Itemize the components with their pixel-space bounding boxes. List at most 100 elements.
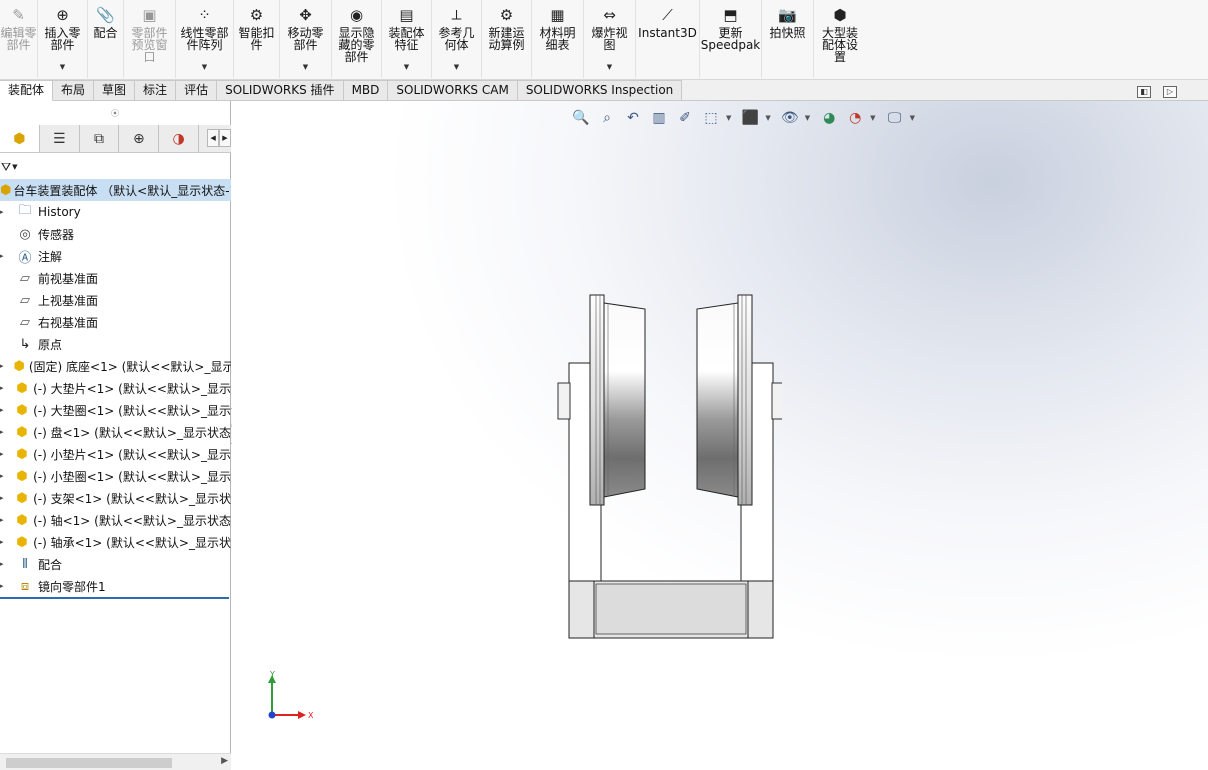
chevron-down-icon[interactable]: ▼: [805, 114, 810, 122]
dimxpert-tab-icon[interactable]: ⊕: [119, 125, 160, 152]
tree-item[interactable]: ▸ ⧈ 镜向零部件1: [0, 575, 231, 597]
scroll-right-icon[interactable]: ▶: [221, 756, 228, 766]
expand-arrow-icon[interactable]: ▸: [0, 538, 5, 546]
expand-panel-icon[interactable]: ▷: [1163, 86, 1177, 98]
tree-item[interactable]: ▸ ⬢ (-) 大垫圈<1> (默认<<默认>_显示: [0, 399, 231, 421]
expand-arrow-icon[interactable]: ▸: [0, 450, 5, 458]
display-style-icon[interactable]: ⬛: [739, 108, 761, 128]
tree-rollback-bar[interactable]: [0, 597, 229, 599]
chevron-down-icon[interactable]: ▼: [202, 63, 207, 71]
reference-geometry-button[interactable]: ⟂ 参考几 何体 ▼: [432, 0, 482, 78]
motion-study-label: 新建运 动算例: [488, 27, 524, 51]
tab-8[interactable]: SOLIDWORKS Inspection: [517, 80, 683, 101]
insert-component-button[interactable]: ⊕ 插入零 部件 ▼: [38, 0, 88, 78]
tree-item[interactable]: ▱ 上视基准面: [0, 289, 231, 311]
ribbon-label-line: 部件: [6, 38, 31, 52]
expand-arrow-icon[interactable]: ▸: [0, 428, 5, 436]
tree-item[interactable]: ▸ 🗀 History: [0, 201, 231, 223]
dynamic-annotation-icon[interactable]: ✐: [674, 108, 696, 128]
tab-scroll-left-icon[interactable]: ◀: [207, 129, 220, 147]
tree-item[interactable]: ▸ ⬢ (-) 盘<1> (默认<<默认>_显示状态: [0, 421, 231, 443]
chevron-down-icon[interactable]: ▼: [404, 63, 409, 71]
tree-item[interactable]: ▱ 右视基准面: [0, 311, 231, 333]
tab-scroll-right-icon[interactable]: ▶: [219, 129, 231, 147]
show-hidden-components-button[interactable]: ◉ 显示隐 藏的零 部件: [332, 0, 382, 78]
tree-item[interactable]: ▸ ⬢ (-) 轴<1> (默认<<默认>_显示状态: [0, 509, 231, 531]
zoom-to-fit-icon[interactable]: 🔍: [570, 108, 592, 128]
panel-grip-icon[interactable]: ⦿: [0, 101, 230, 125]
view-orientation-icon[interactable]: ⬚: [700, 108, 722, 128]
apply-scene-icon[interactable]: ◔: [844, 108, 866, 128]
chevron-down-icon[interactable]: ▼: [607, 63, 612, 71]
tab-3[interactable]: 标注: [135, 80, 177, 101]
large-assembly-settings-button[interactable]: ⬢ 大型装 配体设置: [814, 0, 866, 78]
tab-2[interactable]: 草图: [94, 80, 136, 101]
move-component-button[interactable]: ✥ 移动零 部件 ▼: [280, 0, 332, 78]
expand-arrow-icon[interactable]: ▸: [0, 560, 6, 568]
assembly-feature-button[interactable]: ▤ 装配体 特征 ▼: [382, 0, 432, 78]
snapshot-button[interactable]: 📷 拍快照: [762, 0, 814, 78]
graphics-area[interactable]: 🔍 ⌕ ↶ ▥ ✐ ⬚ ▼ ⬛ ▼ 👁 ▼ ◕ ◔ ▼ 🖵 ▼ Y X: [232, 101, 1208, 770]
tree-item[interactable]: ▸ ⬢ (固定) 底座<1> (默认<<默认>_显示: [0, 355, 231, 377]
expand-arrow-icon[interactable]: ▸: [0, 406, 5, 414]
tab-5[interactable]: SOLIDWORKS 插件: [217, 80, 344, 101]
instant3d-button[interactable]: ⟋ Instant3D: [636, 0, 700, 78]
previous-view-icon[interactable]: ↶: [622, 108, 644, 128]
expand-arrow-icon[interactable]: ▸: [0, 208, 6, 216]
view-settings-icon[interactable]: 🖵: [884, 108, 906, 128]
chevron-down-icon[interactable]: ▼: [765, 114, 770, 122]
expand-arrow-icon[interactable]: ▸: [0, 516, 5, 524]
mate-button[interactable]: 📎 配合: [88, 0, 124, 78]
expand-arrow-icon[interactable]: ▸: [0, 472, 5, 480]
tree-item[interactable]: ▸ ⬢ (-) 支架<1> (默认<<默认>_显示状: [0, 487, 231, 509]
expand-arrow-icon[interactable]: ▸: [0, 384, 5, 392]
expand-arrow-icon[interactable]: ▸: [0, 252, 6, 260]
display-manager-tab-icon[interactable]: ◑: [159, 125, 200, 152]
horizontal-scrollbar[interactable]: ▶: [0, 753, 231, 770]
exploded-view-button[interactable]: ⇔ 爆炸视图 ▼: [584, 0, 636, 78]
tree-item[interactable]: ▸ ⬢ (-) 轴承<1> (默认<<默认>_显示状: [0, 531, 231, 553]
new-motion-study-button[interactable]: ⚙ 新建运 动算例: [482, 0, 532, 78]
section-view-icon[interactable]: ▥: [648, 108, 670, 128]
update-speedpak-button[interactable]: ⬒ 更新 Speedpak: [700, 0, 762, 78]
expand-arrow-icon[interactable]: ▸: [0, 362, 4, 370]
tab-7[interactable]: SOLIDWORKS CAM: [388, 80, 518, 101]
chevron-down-icon[interactable]: ▼: [303, 63, 308, 71]
expand-arrow-icon[interactable]: ▸: [0, 494, 5, 502]
bill-of-materials-button[interactable]: ▦ 材料明 细表: [532, 0, 584, 78]
chevron-down-icon[interactable]: ▼: [454, 63, 459, 71]
trolley-assembly-model[interactable]: [552, 291, 782, 641]
edit-appearance-icon[interactable]: ◕: [818, 108, 840, 128]
zoom-to-area-icon[interactable]: ⌕: [596, 108, 618, 128]
restore-panel-icon[interactable]: ◧: [1137, 86, 1151, 98]
part-icon: ⬢: [16, 512, 28, 528]
tree-item[interactable]: ▸ ⦀ 配合: [0, 553, 231, 575]
expand-arrow-icon[interactable]: ▸: [0, 582, 6, 590]
linear-pattern-button[interactable]: ⁘ 线性零部 件阵列 ▼: [176, 0, 234, 78]
edit-component-button[interactable]: ✎ 编辑零 部件: [0, 0, 38, 78]
tab-1[interactable]: 布局: [53, 80, 95, 101]
tree-item[interactable]: ▸ ⬢ (-) 小垫片<1> (默认<<默认>_显示: [0, 443, 231, 465]
property-manager-tab-icon[interactable]: ☰: [40, 125, 80, 152]
preview-window-button[interactable]: ▣ 零部件 预览窗口: [124, 0, 176, 78]
chevron-down-icon[interactable]: ▼: [60, 63, 65, 71]
tree-item[interactable]: ▸ ⬢ (-) 大垫片<1> (默认<<默认>_显示: [0, 377, 231, 399]
configuration-manager-tab-icon[interactable]: ⧉: [80, 125, 120, 152]
tree-filter[interactable]: ⛛ ▼: [0, 156, 231, 178]
tree-root-assembly[interactable]: ⬢ 台车装置装配体 （默认<默认_显示状态-1: [0, 179, 231, 201]
tree-item[interactable]: ▸ Ⓐ 注解: [0, 245, 231, 267]
hide-show-items-icon[interactable]: 👁: [779, 108, 801, 128]
chevron-down-icon[interactable]: ▼: [726, 114, 731, 122]
tab-0[interactable]: 装配体: [0, 80, 54, 101]
tree-item[interactable]: ↳ 原点: [0, 333, 231, 355]
feature-manager-tab-icon[interactable]: ⬢: [0, 125, 40, 152]
tree-item[interactable]: ◎ 传感器: [0, 223, 231, 245]
chevron-down-icon[interactable]: ▼: [870, 114, 875, 122]
smart-fastener-button[interactable]: ⚙ 智能扣件: [234, 0, 280, 78]
tab-4[interactable]: 评估: [176, 80, 218, 101]
tab-6[interactable]: MBD: [343, 80, 389, 101]
tree-item[interactable]: ▱ 前视基准面: [0, 267, 231, 289]
scrollbar-thumb[interactable]: [6, 758, 172, 768]
chevron-down-icon[interactable]: ▼: [910, 114, 915, 122]
tree-item[interactable]: ▸ ⬢ (-) 小垫圈<1> (默认<<默认>_显示: [0, 465, 231, 487]
